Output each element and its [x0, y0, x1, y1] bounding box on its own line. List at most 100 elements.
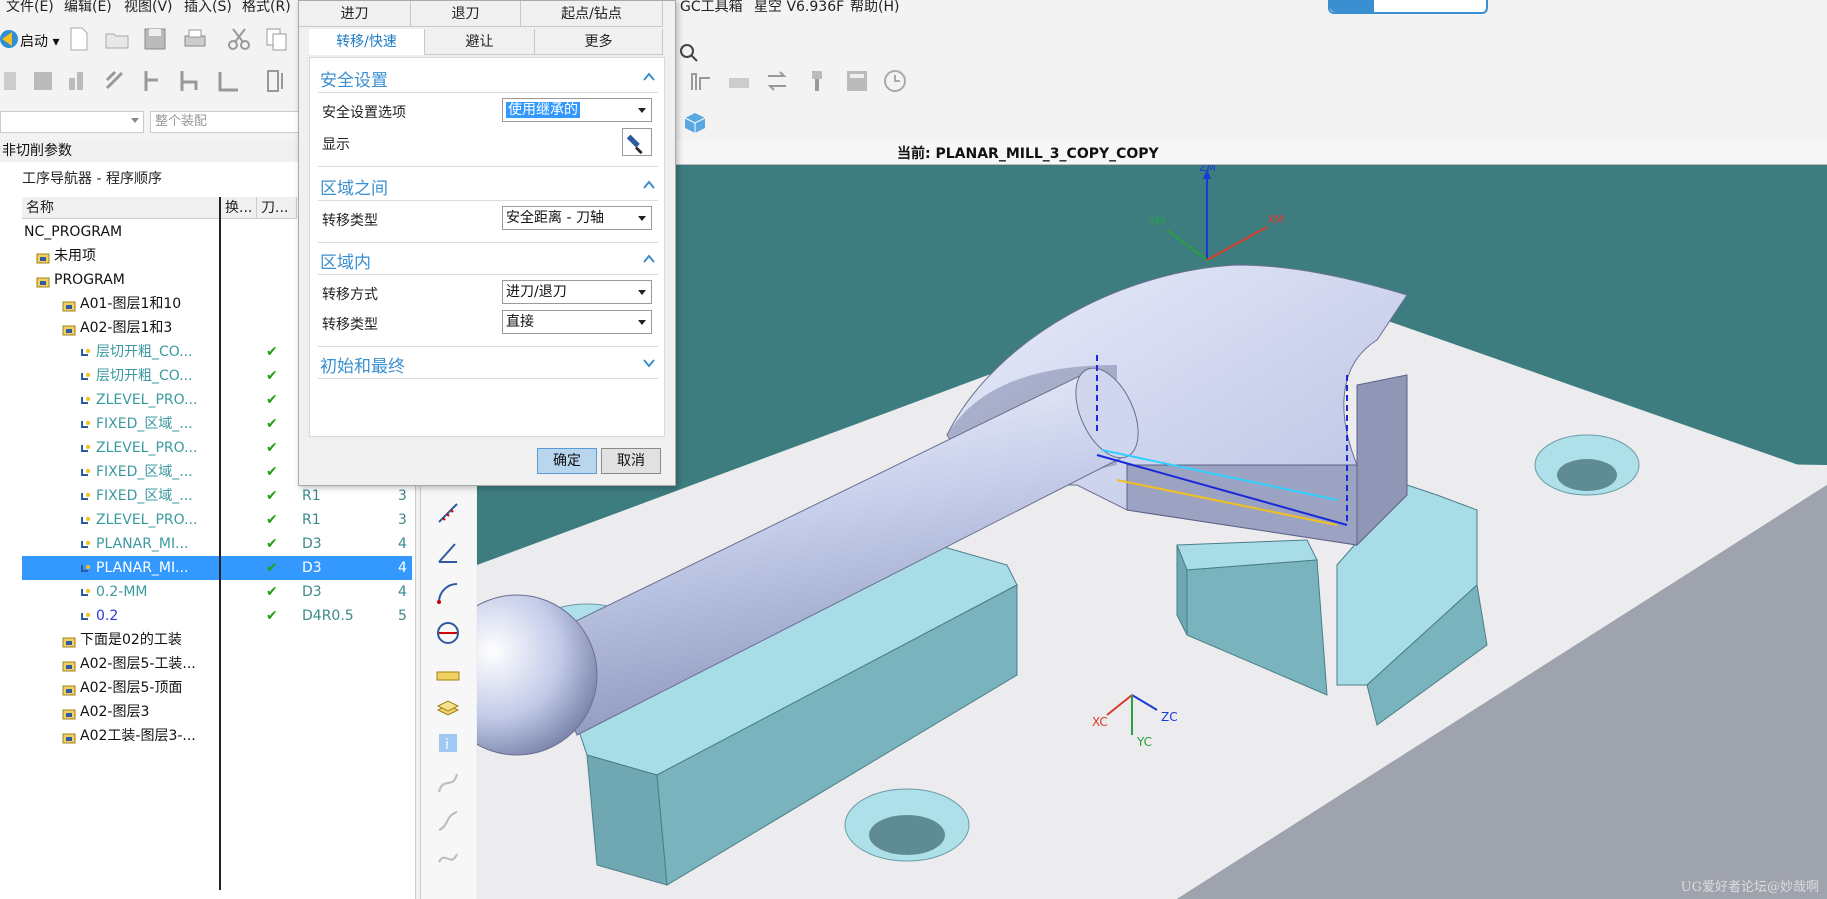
operation-icon — [78, 513, 92, 527]
operation-icon-6[interactable] — [176, 68, 202, 94]
program-group-icon — [62, 705, 76, 720]
menu-insert[interactable]: 插入(S) — [184, 0, 232, 14]
program-group-icon — [36, 249, 50, 264]
tab-retract[interactable]: 退刀 — [411, 1, 521, 27]
layers-icon[interactable] — [435, 696, 461, 722]
print-icon[interactable] — [182, 26, 208, 52]
tool-holder-icon[interactable] — [804, 68, 830, 94]
tab-transfer-rapid[interactable]: 转移/快速 — [309, 29, 425, 55]
status-check-icon: ✔ — [266, 608, 278, 624]
safety-option-combo[interactable]: 使用继承的 — [502, 98, 652, 122]
measure-icon[interactable] — [435, 500, 461, 526]
machine-tool-icon[interactable] — [688, 68, 714, 94]
nav-tree-row[interactable]: FIXED_区域_... ✔ R1 3 — [22, 484, 412, 508]
section-within-title[interactable]: 区域内 — [320, 248, 371, 273]
nav-row-tool: D4R0.5 — [302, 608, 354, 624]
expand-down-icon[interactable] — [642, 356, 656, 370]
operation-icon-5[interactable] — [138, 68, 164, 94]
section-between-title[interactable]: 区域之间 — [320, 174, 388, 199]
section-safety-title[interactable]: 安全设置 — [320, 66, 388, 91]
calculator-icon[interactable] — [844, 68, 870, 94]
column-change[interactable]: 换... — [221, 197, 257, 219]
menu-xingkong[interactable]: 星空 V6.936F — [754, 0, 844, 14]
curve-icon-2[interactable] — [435, 808, 461, 834]
toggle-widget[interactable] — [1328, 0, 1488, 14]
nav-row-name: ZLEVEL_PRO... — [96, 512, 198, 528]
angle-icon[interactable] — [435, 540, 461, 566]
curve-icon-1[interactable] — [435, 770, 461, 796]
info-icon[interactable]: i — [435, 730, 461, 756]
operation-icon — [78, 465, 92, 479]
section-initial-final-title[interactable]: 初始和最终 — [320, 352, 405, 377]
tab-start-drill-points[interactable]: 起点/钻点 — [521, 1, 663, 27]
standard-toolbar: 启动 ▾ — [0, 14, 1827, 62]
menu-view[interactable]: 视图(V) — [124, 0, 173, 14]
menu-edit[interactable]: 编辑(E) — [64, 0, 112, 14]
ok-button[interactable]: 确定 — [537, 448, 597, 474]
viewport-header: 当前: PLANAR_MILL_3_COPY_COPY — [477, 140, 1827, 165]
within-method-combo[interactable]: 进刀/退刀 — [502, 280, 652, 304]
menu-gc-toolbox[interactable]: GC工具箱 — [680, 0, 743, 14]
graphics-viewport[interactable]: ZM YM XM XC YC ZC — [477, 165, 1827, 899]
operation-icon-2[interactable] — [30, 68, 56, 94]
filter-combo[interactable] — [0, 111, 144, 133]
cancel-button[interactable]: 取消 — [601, 448, 661, 474]
tab-avoidance[interactable]: 避让 — [425, 29, 535, 55]
operation-icon-8[interactable] — [262, 68, 288, 94]
printer-icon[interactable] — [726, 68, 752, 94]
menu-help[interactable]: 帮助(H) — [850, 0, 899, 14]
operation-icon-3[interactable] — [66, 68, 92, 94]
nav-row-name: 层切开粗_CO... — [96, 344, 193, 360]
transfer-icon[interactable] — [764, 68, 790, 94]
curve-icon-3[interactable] — [435, 844, 461, 870]
nav-tree-row[interactable]: A02-图层5-顶面 — [22, 676, 412, 700]
clock-icon[interactable] — [882, 68, 908, 94]
diameter-icon[interactable] — [435, 620, 461, 646]
start-menu[interactable]: 启动 ▾ — [20, 31, 59, 51]
menu-file[interactable]: 文件(E) — [6, 0, 54, 14]
open-folder-icon[interactable] — [104, 26, 130, 52]
view-cube-icon[interactable] — [682, 110, 708, 136]
collapse-up-icon[interactable] — [642, 70, 656, 84]
nav-tree-row[interactable]: ZLEVEL_PRO... ✔ R1 3 — [22, 508, 412, 532]
nav-tree-row[interactable]: PLANAR_MI... ✔ D3 4 — [22, 532, 412, 556]
nav-tree-row[interactable]: A02-图层5-工装... — [22, 652, 412, 676]
nav-tree-row[interactable]: A02工装-图层3-... — [22, 724, 412, 748]
nav-tree-row[interactable]: 下面是02的工装 — [22, 628, 412, 652]
cut-icon[interactable] — [226, 26, 252, 52]
operation-icon-4[interactable] — [102, 68, 128, 94]
copy-icon[interactable] — [264, 26, 290, 52]
column-tool[interactable]: 刀... — [257, 197, 297, 219]
arc-icon[interactable] — [435, 580, 461, 606]
nav-tree-row[interactable]: PLANAR_MI... ✔ D3 4 — [22, 556, 412, 580]
nav-row-name: FIXED_区域_... — [96, 488, 193, 504]
ruler-icon[interactable] — [435, 662, 461, 688]
nav-row-tool: R1 — [302, 488, 321, 504]
between-type-combo[interactable]: 安全距离 - 刀轴 — [502, 206, 652, 230]
axis-label-yc: YC — [1136, 735, 1152, 749]
operation-icon — [78, 417, 92, 431]
display-flashlight-icon[interactable] — [622, 128, 652, 156]
new-file-icon[interactable] — [66, 26, 92, 52]
status-check-icon: ✔ — [266, 584, 278, 600]
collapse-up-icon[interactable] — [642, 252, 656, 266]
column-name[interactable]: 名称 — [22, 197, 220, 219]
save-icon[interactable] — [142, 26, 168, 52]
tab-engage[interactable]: 进刀 — [299, 1, 411, 27]
operation-icon — [78, 561, 92, 575]
collapse-up-icon[interactable] — [642, 178, 656, 192]
within-type-combo[interactable]: 直接 — [502, 310, 652, 334]
nav-row-tool: D3 — [302, 584, 322, 600]
assembly-scope-combo[interactable]: 整个装配 — [150, 111, 300, 133]
operation-icon-7[interactable] — [216, 68, 242, 94]
axis-label-zm: ZM — [1199, 165, 1216, 174]
nav-tree-row[interactable]: A02-图层3 — [22, 700, 412, 724]
nav-tree-row[interactable]: 0.2 ✔ D4R0.5 5 — [22, 604, 412, 628]
operation-icon-1[interactable] — [0, 68, 26, 94]
nav-row-number: 3 — [398, 512, 407, 528]
tab-more[interactable]: 更多 — [535, 29, 663, 55]
operation-icon — [78, 537, 92, 551]
nav-tree-row[interactable]: 0.2-MM ✔ D3 4 — [22, 580, 412, 604]
nav-row-name: 未用项 — [54, 248, 96, 264]
menu-format[interactable]: 格式(R) — [242, 0, 291, 14]
